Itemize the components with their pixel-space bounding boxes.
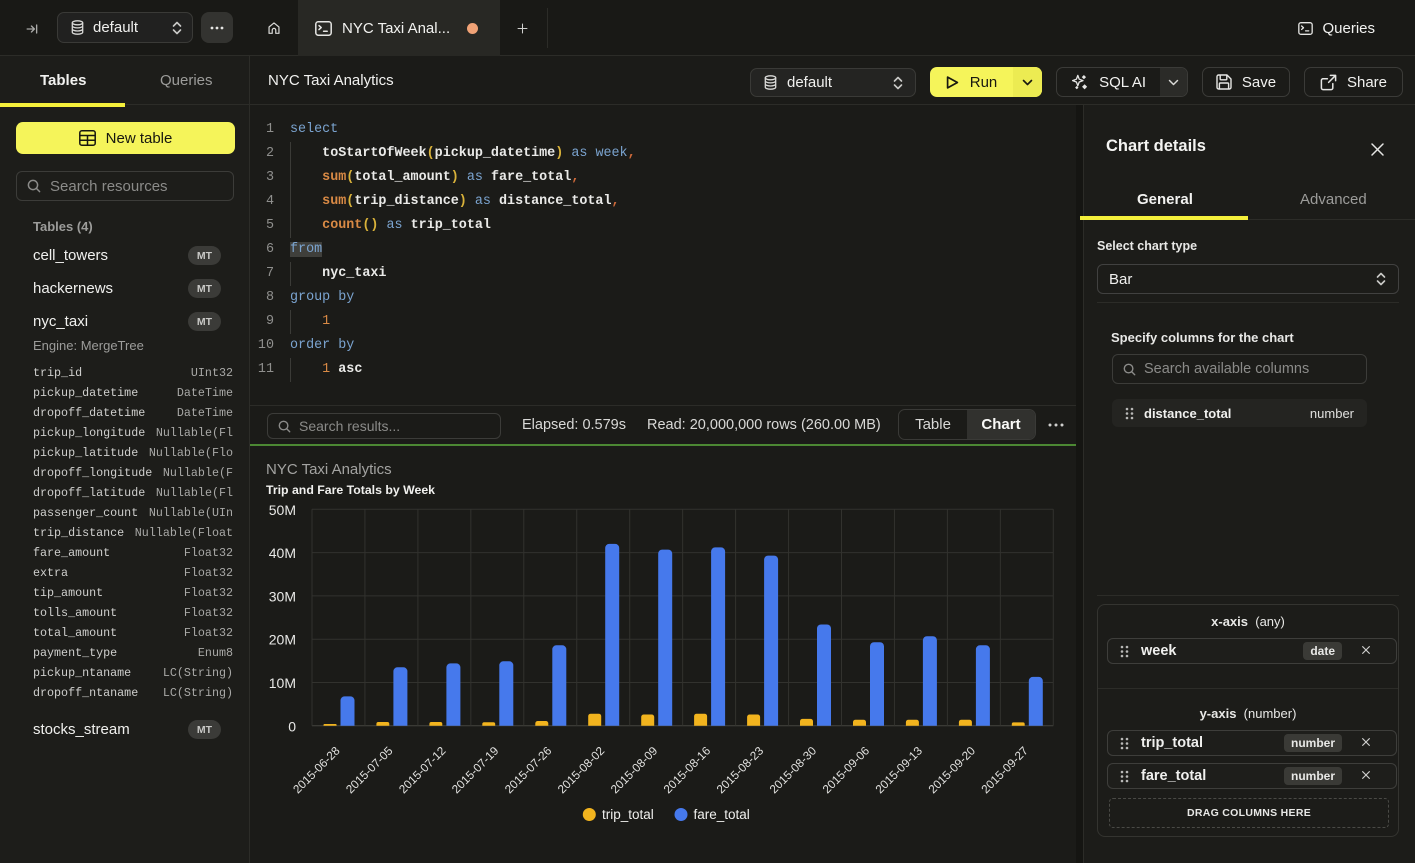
- svg-text:30M: 30M: [269, 588, 296, 604]
- svg-text:10M: 10M: [269, 675, 296, 691]
- svg-text:0: 0: [288, 718, 296, 734]
- svg-text:2015-07-26: 2015-07-26: [502, 743, 555, 796]
- svg-text:2015-06-28: 2015-06-28: [290, 743, 343, 796]
- svg-text:2015-07-05: 2015-07-05: [343, 743, 396, 796]
- svg-text:2015-09-13: 2015-09-13: [872, 743, 925, 796]
- svg-text:fare_total: fare_total: [694, 807, 750, 822]
- svg-text:50M: 50M: [269, 502, 296, 518]
- svg-text:2015-08-16: 2015-08-16: [661, 743, 714, 796]
- svg-text:2015-07-19: 2015-07-19: [449, 744, 502, 797]
- svg-text:2015-08-02: 2015-08-02: [555, 744, 608, 797]
- svg-text:2015-09-27: 2015-09-27: [978, 744, 1031, 797]
- svg-text:40M: 40M: [269, 545, 296, 561]
- svg-text:2015-09-06: 2015-09-06: [820, 743, 873, 796]
- svg-text:2015-08-30: 2015-08-30: [767, 743, 820, 796]
- svg-text:2015-08-09: 2015-08-09: [608, 744, 661, 797]
- svg-text:20M: 20M: [269, 632, 296, 648]
- svg-text:2015-09-20: 2015-09-20: [925, 743, 978, 796]
- svg-text:2015-07-12: 2015-07-12: [396, 744, 449, 797]
- svg-text:2015-08-23: 2015-08-23: [714, 743, 767, 796]
- svg-text:trip_total: trip_total: [602, 807, 654, 822]
